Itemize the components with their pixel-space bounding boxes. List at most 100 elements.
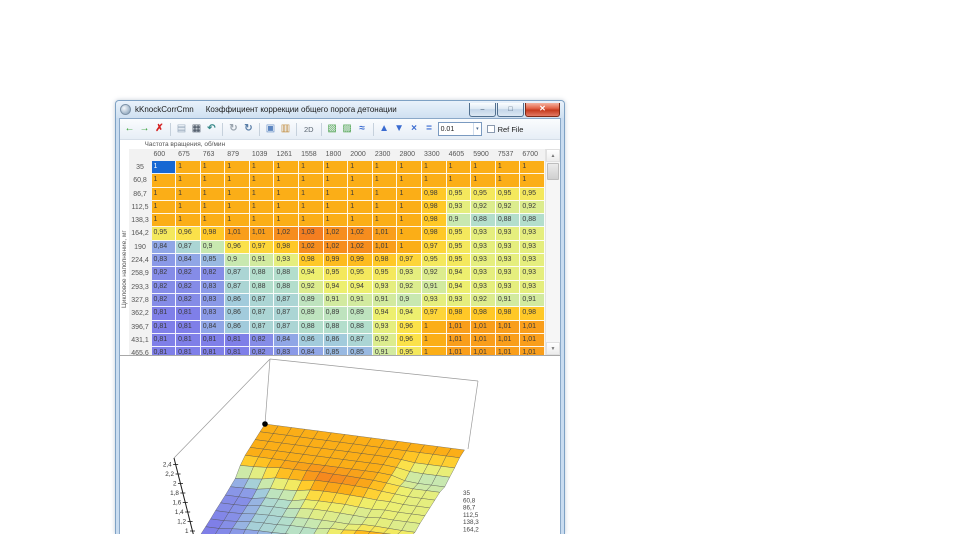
row-header[interactable]: 431,1: [128, 333, 152, 348]
row-header[interactable]: 293,3: [128, 280, 152, 294]
value-cell[interactable]: 1,01: [446, 347, 472, 355]
row-header[interactable]: 164,2: [128, 227, 152, 241]
value-cell[interactable]: 1: [372, 174, 398, 188]
scrollbar-thumb[interactable]: [547, 163, 559, 180]
value-cell[interactable]: 0,95: [446, 240, 472, 255]
value-cell[interactable]: 0,83: [200, 293, 226, 308]
value-cell[interactable]: 0,93: [471, 254, 496, 268]
value-cell[interactable]: 0,92: [471, 293, 496, 308]
value-cell[interactable]: 1: [323, 161, 349, 175]
value-cell[interactable]: 1: [323, 174, 349, 188]
value-cell[interactable]: 0,95: [446, 227, 472, 241]
value-cell[interactable]: 0,87: [249, 307, 275, 321]
column-header[interactable]: 5900: [471, 149, 496, 161]
undo-icon[interactable]: ↶: [205, 120, 218, 138]
value-cell[interactable]: 1: [299, 187, 324, 201]
equals-icon[interactable]: =: [423, 120, 436, 138]
value-cell[interactable]: 0,81: [176, 333, 201, 348]
copy-icon[interactable]: ▣: [264, 120, 277, 138]
value-cell[interactable]: 0,89: [299, 307, 324, 321]
value-cell[interactable]: 1,01: [495, 347, 521, 355]
value-cell[interactable]: 1,01: [471, 320, 496, 334]
value-cell[interactable]: 0,83: [151, 254, 177, 268]
column-header[interactable]: 763: [201, 149, 226, 161]
maximize-button[interactable]: □: [497, 102, 524, 117]
row-header[interactable]: 138,3: [128, 214, 152, 228]
value-cell[interactable]: 1: [274, 200, 300, 215]
value-cell[interactable]: 0,91: [422, 280, 447, 294]
value-cell[interactable]: 0,94: [348, 280, 373, 294]
value-cell[interactable]: 0,98: [200, 227, 226, 241]
value-cell[interactable]: 1: [151, 174, 177, 188]
value-cell[interactable]: 0,98: [471, 307, 496, 321]
value-cell[interactable]: 1: [274, 214, 300, 228]
chevron-down-icon[interactable]: ▾: [473, 123, 481, 135]
value-cell[interactable]: 0,97: [422, 307, 447, 321]
value-cell[interactable]: 0,92: [520, 200, 545, 215]
value-cell[interactable]: 0,87: [225, 267, 250, 281]
value-cell[interactable]: 0,96: [225, 240, 250, 255]
value-cell[interactable]: 0,91: [372, 293, 398, 308]
value-cell[interactable]: 0,81: [176, 307, 201, 321]
value-cell[interactable]: 0,96: [397, 320, 423, 334]
load-table-icon[interactable]: ▤: [175, 120, 188, 138]
value-cell[interactable]: 1: [348, 200, 373, 215]
value-cell[interactable]: 0,93: [520, 254, 545, 268]
value-cell[interactable]: 1: [397, 174, 423, 188]
value-cell[interactable]: 0,91: [495, 293, 521, 308]
value-cell[interactable]: 0,95: [151, 227, 177, 241]
value-cell[interactable]: 0,82: [151, 293, 177, 308]
column-header[interactable]: 7537: [496, 149, 521, 161]
value-cell[interactable]: 0,95: [446, 254, 472, 268]
value-cell[interactable]: 1: [422, 347, 447, 355]
value-cell[interactable]: 0,91: [348, 293, 373, 308]
value-cell[interactable]: 0,87: [225, 280, 250, 294]
value-cell[interactable]: 1,02: [323, 227, 349, 241]
value-cell[interactable]: 0,91: [249, 254, 275, 268]
value-cell[interactable]: 0,88: [471, 214, 496, 228]
value-cell[interactable]: 1: [323, 214, 349, 228]
column-header[interactable]: 1039: [250, 149, 275, 161]
value-cell[interactable]: 0,87: [348, 333, 373, 348]
value-cell[interactable]: 0,93: [471, 227, 496, 241]
value-cell[interactable]: 1: [274, 161, 300, 175]
value-cell[interactable]: 1,01: [372, 227, 398, 241]
value-cell[interactable]: 0,87: [249, 320, 275, 334]
value-cell[interactable]: 0,98: [422, 227, 447, 241]
value-cell[interactable]: 1: [225, 187, 250, 201]
value-cell[interactable]: 0,95: [495, 187, 521, 201]
value-cell[interactable]: 1,01: [372, 240, 398, 255]
row-header[interactable]: 327,8: [128, 293, 152, 308]
value-cell[interactable]: 0,95: [348, 267, 373, 281]
step-combobox[interactable]: 0.01 ▾: [437, 122, 482, 136]
value-cell[interactable]: 1: [397, 161, 423, 175]
value-cell[interactable]: 1: [372, 214, 398, 228]
value-cell[interactable]: 1: [446, 161, 472, 175]
value-cell[interactable]: 1,01: [520, 320, 545, 334]
value-cell[interactable]: 0,95: [422, 254, 447, 268]
value-cell[interactable]: 0,96: [397, 333, 423, 348]
value-cell[interactable]: 0,82: [151, 280, 177, 294]
value-cell[interactable]: 1: [249, 200, 275, 215]
value-cell[interactable]: 1: [520, 174, 545, 188]
value-cell[interactable]: 0,91: [372, 347, 398, 355]
value-cell[interactable]: 0,98: [422, 214, 447, 228]
value-cell[interactable]: 1: [225, 214, 250, 228]
value-cell[interactable]: 1: [520, 161, 545, 175]
value-cell[interactable]: 0,88: [495, 214, 521, 228]
value-cell[interactable]: 0,86: [323, 333, 349, 348]
value-cell[interactable]: 0,97: [249, 240, 275, 255]
value-cell[interactable]: 1: [176, 174, 201, 188]
refresh-all-icon[interactable]: ↻: [242, 120, 255, 138]
value-cell[interactable]: 0,82: [176, 267, 201, 281]
value-cell[interactable]: 0,81: [225, 333, 250, 348]
value-cell[interactable]: 0,98: [372, 254, 398, 268]
value-cell[interactable]: 1: [225, 161, 250, 175]
value-cell[interactable]: 1: [471, 174, 496, 188]
value-cell[interactable]: 0,83: [274, 347, 300, 355]
value-cell[interactable]: 0,81: [176, 320, 201, 334]
row-header[interactable]: 258,9: [128, 267, 152, 281]
value-cell[interactable]: 0,93: [495, 240, 521, 255]
row-header[interactable]: 465,6: [128, 347, 152, 355]
value-cell[interactable]: 1: [176, 161, 201, 175]
